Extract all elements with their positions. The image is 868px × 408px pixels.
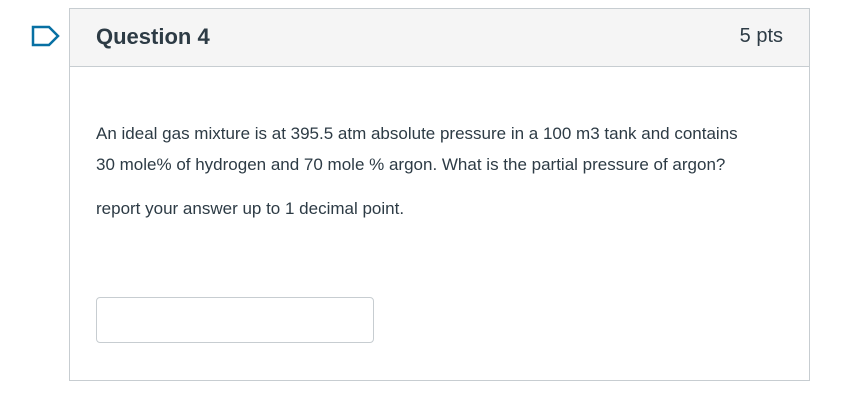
flag-question-icon[interactable] [31,25,61,47]
flag-icon [31,25,60,47]
question-title: Question 4 [96,23,210,49]
question-header: Question 4 5 pts [70,9,809,67]
question-body: An ideal gas mixture is at 395.5 atm abs… [70,67,809,224]
question-points: 5 pts [739,25,783,47]
question-text: An ideal gas mixture is at 395.5 atm abs… [96,124,738,174]
question-card: Question 4 5 pts An ideal gas mixture is… [69,8,810,381]
question-note: report your answer up to 1 decimal point… [96,199,405,218]
answer-input[interactable] [96,297,374,343]
